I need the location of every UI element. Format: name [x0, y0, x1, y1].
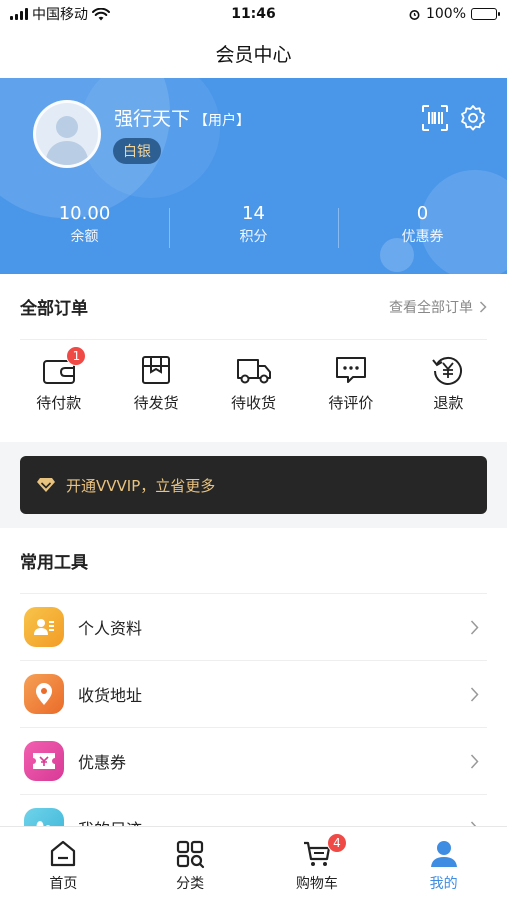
- carrier-name: 中国移动: [32, 7, 88, 23]
- tool-label: 收货地址: [78, 686, 143, 705]
- order-status-row: 1 待付款 待发货 待收货 待评价 退款: [0, 346, 507, 413]
- tool-label: 个人资料: [78, 619, 143, 638]
- tab-cart[interactable]: 4 购物车: [254, 827, 381, 900]
- pending-payment-badge: 1: [66, 346, 87, 366]
- stat-points[interactable]: 14 积分: [169, 202, 338, 248]
- tools-header: 常用工具: [20, 528, 487, 594]
- user-name: 强行天下: [114, 108, 191, 130]
- order-label: 退款: [433, 394, 464, 412]
- section-title: 全部订单: [20, 299, 88, 319]
- user-icon: [430, 841, 457, 867]
- orders-section: 全部订单 查看全部订单 1 待付款 待发货 待收货 待评价 退款: [0, 274, 507, 442]
- gear-icon[interactable]: [459, 104, 487, 132]
- tab-label: 首页: [49, 876, 78, 892]
- order-label: 待发货: [133, 394, 179, 412]
- order-pending-payment[interactable]: 1 待付款: [10, 346, 107, 413]
- tool-coupons[interactable]: 优惠券: [20, 728, 487, 795]
- alarm-icon: [409, 9, 420, 20]
- stat-value: 10.00: [58, 203, 111, 224]
- tab-mine[interactable]: 我的: [380, 827, 507, 900]
- avatar[interactable]: [33, 100, 101, 168]
- category-grid-icon: [177, 840, 205, 869]
- tab-home[interactable]: 首页: [0, 827, 127, 900]
- section-title: 常用工具: [20, 553, 88, 573]
- tool-label: 优惠券: [78, 753, 127, 772]
- tool-profile[interactable]: 个人资料: [20, 594, 487, 661]
- tab-label: 我的: [429, 876, 458, 892]
- chevron-right-icon: [470, 753, 479, 769]
- stat-value: 0: [416, 203, 429, 224]
- chevron-right-icon: [479, 300, 487, 313]
- tools-section: 常用工具 个人资料 收货地址 优惠券 我的足迹: [0, 528, 507, 826]
- stat-value: 14: [242, 203, 265, 224]
- coupon-icon: [24, 741, 64, 781]
- user-name-line: 强行天下 【用户】: [114, 104, 250, 131]
- view-all-label: 查看全部订单: [389, 299, 473, 316]
- footprint-icon: [24, 808, 64, 826]
- home-icon: [51, 840, 76, 867]
- refund-icon: [432, 356, 463, 385]
- stat-balance[interactable]: 10.00 余额: [0, 202, 169, 248]
- signal-icon: [10, 8, 28, 20]
- account-stats: 10.00 余额 14 积分 0 优惠券: [0, 202, 507, 248]
- battery-icon: [471, 8, 500, 20]
- vip-banner[interactable]: 开通VVVIP，立省更多: [20, 456, 487, 514]
- tab-label: 购物车: [295, 876, 338, 892]
- order-pending-receipt[interactable]: 待收货: [205, 354, 302, 413]
- stat-label: 优惠券: [401, 229, 444, 245]
- order-refund[interactable]: 退款: [400, 354, 497, 413]
- order-label: 待付款: [36, 394, 82, 412]
- user-avatar-icon: [45, 116, 89, 165]
- order-pending-review[interactable]: 待评价: [302, 354, 399, 413]
- scan-icon[interactable]: [421, 104, 449, 132]
- cart-count-badge: 4: [327, 833, 347, 853]
- tool-footprints[interactable]: 我的足迹: [20, 795, 487, 826]
- page-title: 会员中心: [215, 43, 292, 66]
- order-pending-shipment[interactable]: 待发货: [107, 354, 204, 413]
- stat-coupons[interactable]: 0 优惠券: [338, 202, 507, 248]
- view-all-orders-link[interactable]: 查看全部订单: [389, 297, 487, 317]
- tab-label: 分类: [176, 876, 205, 892]
- order-label: 待评价: [328, 394, 374, 412]
- truck-icon: [236, 359, 271, 384]
- stat-label: 余额: [70, 229, 99, 245]
- chevron-right-icon: [470, 686, 479, 702]
- comment-icon: [335, 357, 366, 383]
- status-bar: 中国移动 11:46 100%: [0, 0, 507, 28]
- orders-header: 全部订单 查看全部订单: [20, 274, 487, 340]
- package-icon: [142, 356, 171, 384]
- user-role: 【用户】: [194, 113, 251, 129]
- member-level-badge: 白银: [113, 138, 161, 164]
- bottom-tab-bar: 首页 分类 4 购物车 我的: [0, 826, 507, 900]
- profile-header: 强行天下 【用户】 白银 10.00 余额 14 积分 0 优惠券: [0, 78, 507, 274]
- profile-card-icon: [24, 607, 64, 647]
- chevron-right-icon: [470, 619, 479, 635]
- stat-label: 积分: [239, 229, 268, 245]
- tool-address[interactable]: 收货地址: [20, 661, 487, 728]
- battery-percent: 100%: [425, 6, 466, 22]
- location-pin-icon: [24, 674, 64, 714]
- tab-category[interactable]: 分类: [127, 827, 254, 900]
- vip-text: 开通VVVIP，立省更多: [66, 476, 216, 495]
- order-label: 待收货: [231, 394, 277, 412]
- diamond-icon: [37, 478, 55, 492]
- tool-label: 我的足迹: [78, 816, 142, 826]
- wifi-icon: [92, 7, 110, 20]
